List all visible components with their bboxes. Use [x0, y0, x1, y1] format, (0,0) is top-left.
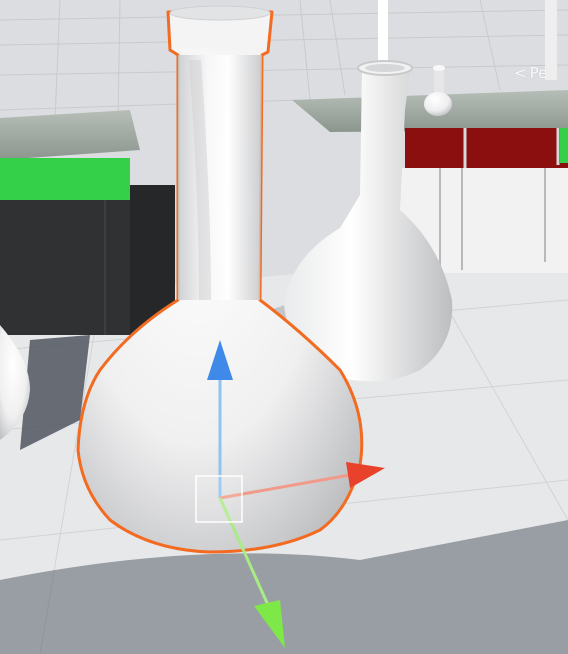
red-cabinet [405, 128, 568, 170]
green-cabinet [560, 128, 568, 163]
scene-viewport[interactable]: < Pe [0, 0, 568, 654]
green-cabinet [0, 158, 130, 203]
gizmo-center-handle[interactable] [195, 475, 243, 523]
perspective-label[interactable]: < Pe [514, 64, 547, 82]
chevron-left-icon: < [514, 64, 527, 82]
perspective-label-text: Pe [529, 64, 548, 82]
scene-canvas[interactable] [0, 0, 568, 654]
